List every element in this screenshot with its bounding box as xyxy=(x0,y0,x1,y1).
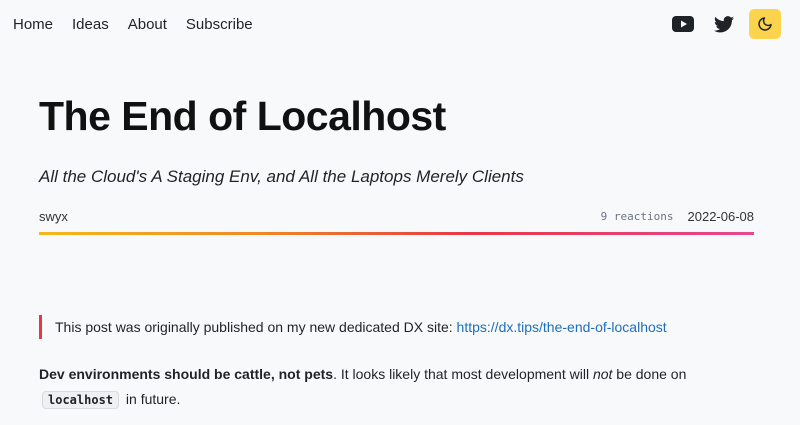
nav-ideas[interactable]: Ideas xyxy=(72,16,109,34)
meta-right: 9 reactions 2022-06-08 xyxy=(601,209,754,224)
social-icons xyxy=(658,9,781,39)
nav-home[interactable]: Home xyxy=(13,16,53,34)
gradient-divider xyxy=(39,232,754,235)
callout-link[interactable]: https://dx.tips/the-end-of-localhost xyxy=(457,319,667,335)
page-subtitle: All the Cloud's A Staging Env, and All t… xyxy=(39,167,524,186)
post-meta: swyx 9 reactions 2022-06-08 xyxy=(39,209,754,225)
post-date: 2022-06-08 xyxy=(687,209,755,224)
site-header: Home Ideas About Subscribe xyxy=(0,0,800,50)
author-name[interactable]: swyx xyxy=(39,209,68,224)
intro-paragraph: Dev environments should be cattle, not p… xyxy=(39,362,754,413)
callout-blockquote: This post was originally published on my… xyxy=(39,315,754,339)
nav-subscribe[interactable]: Subscribe xyxy=(186,16,253,34)
intro-text-3: in future. xyxy=(122,391,181,407)
twitter-icon[interactable] xyxy=(708,9,740,39)
theme-toggle-button[interactable] xyxy=(749,9,781,39)
moon-icon xyxy=(758,17,772,31)
callout-text: This post was originally published on my… xyxy=(55,319,457,335)
intro-emphasis: not xyxy=(592,366,613,382)
intro-text-2: be done on xyxy=(612,366,687,382)
youtube-icon[interactable] xyxy=(667,9,699,39)
intro-bold: Dev environments should be cattle, not p… xyxy=(39,366,334,382)
inline-code: localhost xyxy=(42,391,120,409)
page-title: The End of Localhost xyxy=(39,93,446,139)
intro-text-1: . It looks likely that most development … xyxy=(333,366,593,382)
main-nav: Home Ideas About Subscribe xyxy=(13,16,272,34)
reactions-count[interactable]: 9 reactions xyxy=(601,210,674,223)
nav-about[interactable]: About xyxy=(128,16,167,34)
